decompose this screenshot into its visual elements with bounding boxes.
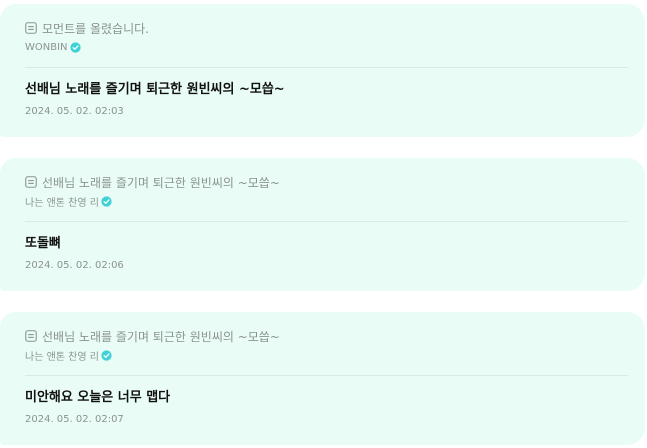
- comment-feed: 모먼트를 올렸습니다. WONBIN 선배님 노래를 즐기며 퇴근한 원빈씨의 …: [0, 0, 647, 448]
- verified-check-icon: [101, 195, 112, 207]
- comment-text: 또돌뼈: [25, 236, 61, 251]
- reference-row[interactable]: 선배님 노래를 즐기며 퇴근한 원빈씨의 ~모씁~: [25, 328, 628, 344]
- reference-row[interactable]: 모먼트를 올렸습니다.: [25, 20, 628, 36]
- author-row[interactable]: 나는 앤톤 찬영 리: [25, 194, 628, 209]
- document-icon: [25, 22, 37, 34]
- timestamp: 2024. 05. 02. 02:03: [25, 106, 124, 117]
- timestamp: 2024. 05. 02. 02:06: [25, 260, 124, 271]
- author-name: 나는 앤톤 찬영 리: [25, 197, 99, 209]
- reference-row[interactable]: 선배님 노래를 즐기며 퇴근한 원빈씨의 ~모씁~: [25, 174, 628, 190]
- divider: [25, 221, 628, 222]
- author-row[interactable]: 나는 앤톤 찬영 리: [25, 348, 628, 363]
- timestamp: 2024. 05. 02. 02:07: [25, 414, 124, 425]
- divider: [25, 375, 628, 376]
- divider: [25, 67, 628, 68]
- author-name: WONBIN: [25, 41, 68, 53]
- comment-card[interactable]: 선배님 노래를 즐기며 퇴근한 원빈씨의 ~모씁~ 나는 앤톤 찬영 리 미안해…: [0, 312, 645, 445]
- reference-text: 모먼트를 올렸습니다.: [42, 21, 149, 36]
- author-name: 나는 앤톤 찬영 리: [25, 351, 99, 363]
- comment-text: 선배님 노래를 즐기며 퇴근한 원빈씨의 ~모씁~: [25, 82, 285, 97]
- author-row[interactable]: WONBIN: [25, 40, 628, 54]
- comment-card[interactable]: 모먼트를 올렸습니다. WONBIN 선배님 노래를 즐기며 퇴근한 원빈씨의 …: [0, 4, 645, 137]
- comment-text: 미안해요 오늘은 너무 맵다: [25, 390, 171, 405]
- reference-text: 선배님 노래를 즐기며 퇴근한 원빈씨의 ~모씁~: [42, 175, 280, 190]
- document-icon: [25, 330, 37, 342]
- document-icon: [25, 176, 37, 188]
- comment-card[interactable]: 선배님 노래를 즐기며 퇴근한 원빈씨의 ~모씁~ 나는 앤톤 찬영 리 또돌뼈…: [0, 158, 645, 291]
- verified-check-icon: [69, 41, 81, 53]
- verified-check-icon: [101, 349, 112, 361]
- reference-text: 선배님 노래를 즐기며 퇴근한 원빈씨의 ~모씁~: [42, 329, 280, 344]
